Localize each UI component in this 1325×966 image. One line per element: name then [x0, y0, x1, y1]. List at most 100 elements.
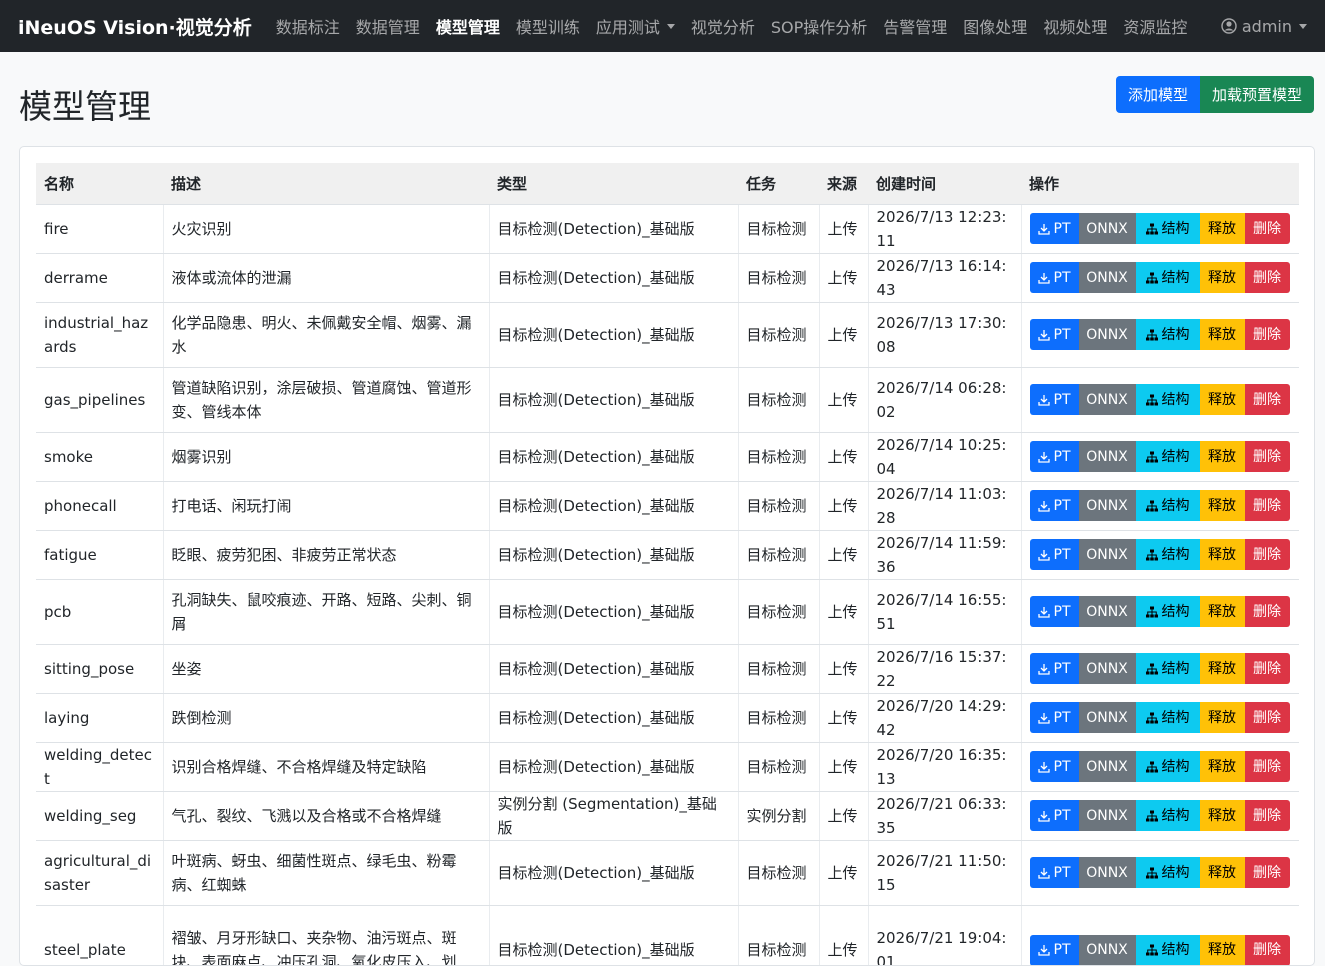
- nav-item-4[interactable]: 应用测试: [588, 14, 683, 38]
- cell-actions: PT ONNX 结构 释放 删除: [1021, 204, 1299, 254]
- release-button[interactable]: 释放: [1199, 934, 1245, 965]
- view-structure-button[interactable]: 结构: [1135, 384, 1200, 415]
- delete-button[interactable]: 删除: [1244, 653, 1290, 684]
- brand-logo[interactable]: iNeuOS Vision·视觉分析: [18, 13, 252, 40]
- export-onnx-button[interactable]: ONNX: [1078, 934, 1136, 965]
- release-button[interactable]: 释放: [1199, 490, 1245, 521]
- nav-item-3[interactable]: 模型训练: [508, 14, 588, 38]
- view-structure-button[interactable]: 结构: [1135, 751, 1200, 782]
- view-structure-button[interactable]: 结构: [1135, 262, 1200, 293]
- add-model-button[interactable]: 添加模型: [1115, 76, 1200, 113]
- nav-item-1[interactable]: 数据管理: [348, 14, 428, 38]
- export-onnx-button[interactable]: ONNX: [1078, 384, 1136, 415]
- models-card: 名称 描述 类型 任务 来源 创建时间 操作 fire 火灾识别 目标检测(Detection)…: [19, 146, 1315, 966]
- delete-button[interactable]: 删除: [1244, 539, 1290, 570]
- nav-item-7[interactable]: 告警管理: [875, 14, 955, 38]
- load-preset-model-button[interactable]: 加载预置模型: [1199, 76, 1314, 113]
- release-button[interactable]: 释放: [1199, 702, 1245, 733]
- release-button[interactable]: 释放: [1199, 441, 1245, 472]
- export-onnx-button[interactable]: ONNX: [1078, 857, 1136, 888]
- view-structure-button[interactable]: 结构: [1135, 539, 1200, 570]
- cell-created: 2026/7/14 11:59:36: [868, 530, 1022, 580]
- export-onnx-button[interactable]: ONNX: [1078, 441, 1136, 472]
- download-pt-button[interactable]: PT: [1029, 384, 1079, 415]
- release-button[interactable]: 释放: [1199, 751, 1245, 782]
- button-label: 删除: [1253, 709, 1281, 726]
- table-row: fire 火灾识别 目标检测(Detection)_基础版 目标检测 上传 2026/7/…: [36, 204, 1299, 254]
- download-pt-button[interactable]: PT: [1029, 319, 1079, 350]
- release-button[interactable]: 释放: [1199, 539, 1245, 570]
- nav-item-0[interactable]: 数据标注: [268, 14, 348, 38]
- export-onnx-button[interactable]: ONNX: [1078, 319, 1136, 350]
- download-pt-button[interactable]: PT: [1029, 800, 1079, 831]
- delete-button[interactable]: 删除: [1244, 262, 1290, 293]
- download-pt-button[interactable]: PT: [1029, 934, 1079, 965]
- delete-button[interactable]: 删除: [1244, 702, 1290, 733]
- release-button[interactable]: 释放: [1199, 262, 1245, 293]
- view-structure-button[interactable]: 结构: [1135, 653, 1200, 684]
- view-structure-button[interactable]: 结构: [1135, 702, 1200, 733]
- user-menu[interactable]: admin: [1221, 17, 1307, 36]
- nav-item-8[interactable]: 图像处理: [955, 14, 1035, 38]
- download-pt-button[interactable]: PT: [1029, 213, 1079, 244]
- cell-type: 目标检测(Detection)_基础版: [489, 579, 739, 645]
- export-onnx-button[interactable]: ONNX: [1078, 262, 1136, 293]
- download-pt-button[interactable]: PT: [1029, 857, 1079, 888]
- view-structure-button[interactable]: 结构: [1135, 441, 1200, 472]
- delete-button[interactable]: 删除: [1244, 934, 1290, 965]
- delete-button[interactable]: 删除: [1244, 857, 1290, 888]
- view-structure-button[interactable]: 结构: [1135, 800, 1200, 831]
- nav-item-2[interactable]: 模型管理: [428, 14, 508, 38]
- download-pt-button[interactable]: PT: [1029, 490, 1079, 521]
- delete-button[interactable]: 删除: [1244, 490, 1290, 521]
- view-structure-button[interactable]: 结构: [1135, 213, 1200, 244]
- models-table: 名称 描述 类型 任务 来源 创建时间 操作 fire 火灾识别 目标检测(Detection)…: [36, 163, 1299, 965]
- delete-button[interactable]: 删除: [1244, 441, 1290, 472]
- release-button[interactable]: 释放: [1199, 213, 1245, 244]
- delete-button[interactable]: 删除: [1244, 751, 1290, 782]
- diagram-icon: [1145, 810, 1158, 821]
- nav-item-5[interactable]: 视觉分析: [683, 14, 763, 38]
- export-onnx-button[interactable]: ONNX: [1078, 539, 1136, 570]
- view-structure-button[interactable]: 结构: [1135, 857, 1200, 888]
- download-pt-button[interactable]: PT: [1029, 702, 1079, 733]
- delete-button[interactable]: 删除: [1244, 800, 1290, 831]
- download-pt-button[interactable]: PT: [1029, 441, 1079, 472]
- export-onnx-button[interactable]: ONNX: [1078, 702, 1136, 733]
- release-button[interactable]: 释放: [1199, 596, 1245, 627]
- download-pt-button[interactable]: PT: [1029, 751, 1079, 782]
- release-button[interactable]: 释放: [1199, 653, 1245, 684]
- cell-actions: PT ONNX 结构 释放 删除: [1021, 481, 1299, 531]
- download-icon: [1037, 500, 1050, 512]
- view-structure-button[interactable]: 结构: [1135, 490, 1200, 521]
- view-structure-button[interactable]: 结构: [1135, 596, 1200, 627]
- download-icon: [1037, 272, 1050, 284]
- cell-type: 目标检测(Detection)_基础版: [489, 302, 739, 368]
- nav-item-10[interactable]: 资源监控: [1115, 14, 1195, 38]
- delete-button[interactable]: 删除: [1244, 596, 1290, 627]
- export-onnx-button[interactable]: ONNX: [1078, 596, 1136, 627]
- nav-item-6[interactable]: SOP操作分析: [763, 14, 875, 38]
- delete-button[interactable]: 删除: [1244, 384, 1290, 415]
- view-structure-button[interactable]: 结构: [1135, 319, 1200, 350]
- cell-actions: PT ONNX 结构 释放 删除: [1021, 840, 1299, 906]
- download-pt-button[interactable]: PT: [1029, 539, 1079, 570]
- export-onnx-button[interactable]: ONNX: [1078, 751, 1136, 782]
- view-structure-button[interactable]: 结构: [1135, 934, 1200, 965]
- nav-item-9[interactable]: 视频处理: [1035, 14, 1115, 38]
- release-button[interactable]: 释放: [1199, 857, 1245, 888]
- export-onnx-button[interactable]: ONNX: [1078, 653, 1136, 684]
- release-button[interactable]: 释放: [1199, 800, 1245, 831]
- download-pt-button[interactable]: PT: [1029, 653, 1079, 684]
- release-button[interactable]: 释放: [1199, 384, 1245, 415]
- download-pt-button[interactable]: PT: [1029, 596, 1079, 627]
- delete-button[interactable]: 删除: [1244, 319, 1290, 350]
- export-onnx-button[interactable]: ONNX: [1078, 800, 1136, 831]
- row-actions: PT ONNX 结构 释放 删除: [1029, 596, 1292, 627]
- diagram-icon: [1145, 500, 1158, 511]
- release-button[interactable]: 释放: [1199, 319, 1245, 350]
- delete-button[interactable]: 删除: [1244, 213, 1290, 244]
- export-onnx-button[interactable]: ONNX: [1078, 490, 1136, 521]
- download-pt-button[interactable]: PT: [1029, 262, 1079, 293]
- export-onnx-button[interactable]: ONNX: [1078, 213, 1136, 244]
